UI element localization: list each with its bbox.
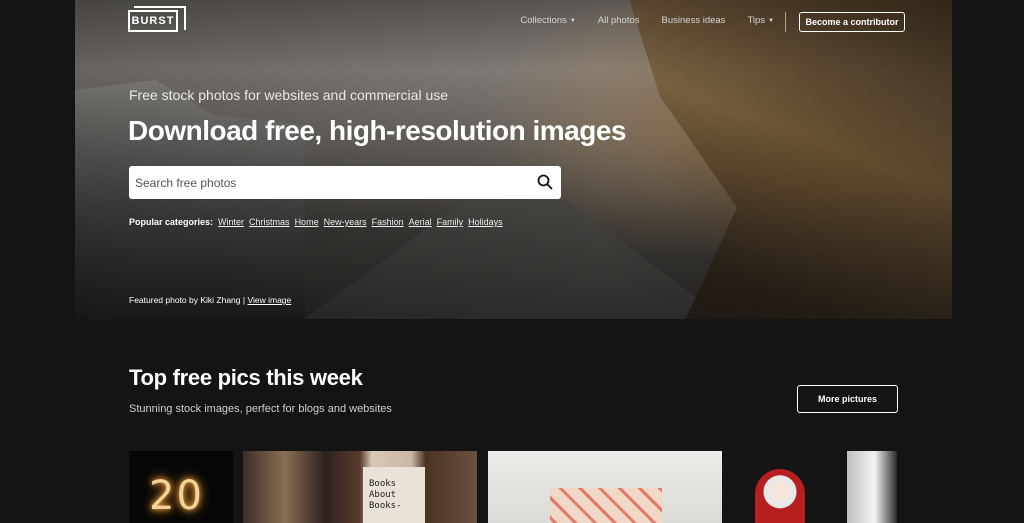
- chevron-down-icon: ▼: [768, 17, 774, 24]
- hero-tagline: Free stock photos for websites and comme…: [129, 87, 449, 103]
- hero-background-image: [75, 0, 952, 319]
- search-bar: [129, 166, 561, 199]
- nav-business-ideas-label: Business ideas: [661, 15, 726, 26]
- book-cover-text: Books About Books-: [369, 479, 402, 511]
- category-link-aerial[interactable]: Aerial: [409, 217, 432, 227]
- category-link-winter[interactable]: Winter: [218, 217, 244, 227]
- photo-thumbnail-books[interactable]: Books About Books-: [243, 451, 477, 523]
- hero-overlay: [75, 0, 952, 319]
- chevron-down-icon: ▼: [569, 17, 576, 24]
- category-link-christmas[interactable]: Christmas: [249, 217, 290, 227]
- nav-all-photos[interactable]: All photos: [598, 15, 640, 26]
- nav-collections[interactable]: Collections ▼: [520, 15, 575, 26]
- nav-all-photos-label: All photos: [597, 15, 640, 26]
- nav-tips-label: Tips: [747, 15, 766, 26]
- become-contributor-button[interactable]: Become a contributor: [799, 12, 905, 32]
- hero-headline: Download free, high-resolution images: [128, 115, 627, 146]
- nav-tips[interactable]: Tips ▼: [747, 15, 774, 26]
- top-nav: BURST Collections ▼ All photos Business …: [75, 0, 952, 44]
- section-subtitle: Stunning stock images, perfect for blogs…: [129, 403, 392, 415]
- burst-logo[interactable]: BURST: [128, 6, 186, 32]
- nav-links: Collections ▼ All photos Business ideas …: [520, 15, 774, 26]
- gift-box: [550, 488, 662, 523]
- featured-photo-credit: Featured photo by Kiki Zhang | View imag…: [129, 295, 291, 305]
- category-link-fashion[interactable]: Fashion: [372, 217, 404, 227]
- category-link-holidays[interactable]: Holidays: [468, 217, 503, 227]
- more-pictures-button[interactable]: More pictures: [797, 385, 898, 413]
- popular-categories: Popular categories: Winter Christmas Hom…: [129, 217, 503, 227]
- section-title: Top free pics this week: [129, 365, 363, 390]
- category-link-family[interactable]: Family: [437, 217, 464, 227]
- nav-collections-label: Collections: [520, 15, 567, 26]
- sparkler-number: 20: [149, 473, 204, 519]
- photo-thumbnail-santa[interactable]: [733, 451, 837, 523]
- featured-credit-text: Featured photo by Kiki Zhang |: [129, 295, 246, 305]
- nav-divider: [785, 12, 786, 32]
- search-icon[interactable]: [537, 174, 553, 190]
- nav-business-ideas[interactable]: Business ideas: [662, 15, 726, 26]
- photo-thumbnail-gift[interactable]: [488, 451, 722, 523]
- popular-categories-label: Popular categories:: [129, 217, 214, 227]
- category-link-home[interactable]: Home: [295, 217, 319, 227]
- santa-figure: [755, 469, 805, 523]
- photo-thumbnail-sparkler-20[interactable]: 20: [129, 451, 233, 523]
- photo-thumbnail-partial[interactable]: [847, 451, 897, 523]
- category-link-new-years[interactable]: New-years: [324, 217, 367, 227]
- view-image-link[interactable]: View image: [247, 295, 291, 305]
- search-input[interactable]: [135, 166, 525, 199]
